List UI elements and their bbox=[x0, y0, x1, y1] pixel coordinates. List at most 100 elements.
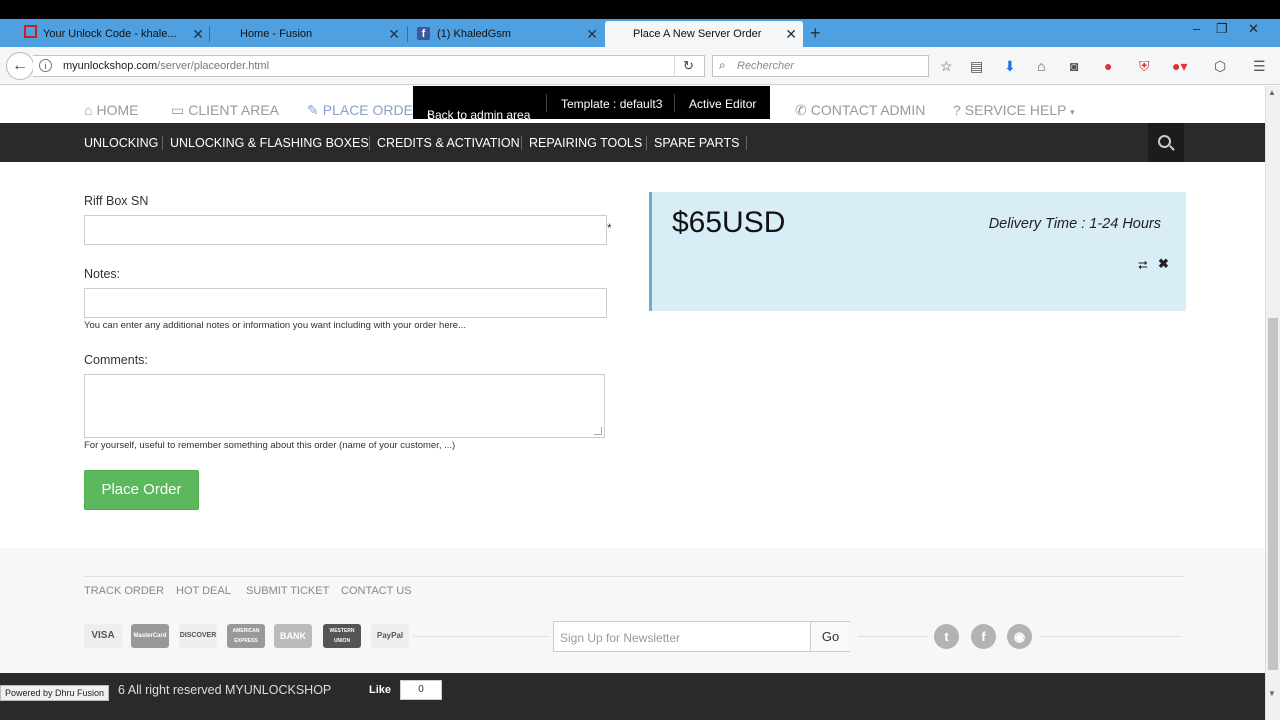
divider bbox=[413, 636, 548, 637]
rss-icon[interactable]: ◉ bbox=[1007, 624, 1032, 649]
nav-label: PLACE ORDE bbox=[322, 102, 413, 118]
adblock-icon[interactable]: ● bbox=[1104, 58, 1112, 74]
url-host: myunlockshop.com bbox=[63, 60, 158, 72]
restore-icon[interactable]: ❐ bbox=[1216, 21, 1228, 37]
footer-divider bbox=[84, 576, 1184, 577]
nav-label: CLIENT AREA bbox=[188, 102, 280, 118]
cat-credits-activation[interactable]: CREDITS & ACTIVATION bbox=[377, 136, 520, 150]
resize-grip-icon[interactable] bbox=[594, 427, 602, 435]
url-separator bbox=[674, 56, 675, 76]
adblock-plus-icon[interactable]: ●▾ bbox=[1172, 58, 1187, 75]
nav-contact-admin[interactable]: ✆ CONTACT ADMIN bbox=[795, 102, 925, 119]
retweet-icon[interactable]: ⮂ bbox=[1138, 258, 1148, 273]
separator bbox=[546, 94, 547, 112]
twitter-icon[interactable]: t bbox=[934, 624, 959, 649]
browser-search-input[interactable]: ⌕ Rechercher bbox=[712, 55, 929, 77]
shield-icon[interactable]: ⛨ bbox=[1139, 58, 1150, 75]
price-amount: $65USD bbox=[672, 206, 786, 239]
comments-textarea[interactable] bbox=[84, 374, 605, 438]
pocket-icon[interactable]: ◙ bbox=[1070, 58, 1078, 74]
close-tab-icon[interactable]: ✕ bbox=[192, 26, 204, 43]
close-tab-icon[interactable]: ✕ bbox=[586, 26, 598, 43]
minimize-icon[interactable]: – bbox=[1193, 21, 1200, 36]
download-icon[interactable]: ⬇ bbox=[1004, 58, 1016, 75]
facebook-like-button[interactable]: Like bbox=[362, 680, 398, 700]
tab-khaledgsm[interactable]: f (1) KhaledGsm ✕ bbox=[408, 21, 604, 47]
western-union-icon: WESTERN UNION bbox=[323, 624, 361, 648]
browser-tab-bar: Your Unlock Code - khale... ✕ Home - Fus… bbox=[0, 19, 1280, 47]
close-tab-icon[interactable]: ✕ bbox=[785, 26, 797, 43]
browser-nav-bar: ← i myunlockshop.com/server/placeorder.h… bbox=[0, 47, 1280, 85]
site-search-button[interactable] bbox=[1148, 123, 1184, 162]
footer-track-order[interactable]: TRACK ORDER bbox=[84, 585, 164, 597]
scroll-down-icon[interactable]: ▼ bbox=[1268, 689, 1276, 698]
notes-input[interactable] bbox=[84, 288, 607, 318]
back-arrow-icon[interactable]: ← bbox=[6, 52, 34, 80]
extension-icon[interactable]: ⬡ bbox=[1214, 58, 1226, 75]
footer-submit-ticket[interactable]: SUBMIT TICKET bbox=[246, 585, 329, 597]
url-path: /server/placeorder.html bbox=[157, 60, 270, 72]
address-bar[interactable]: i myunlockshop.com/server/placeorder.htm… bbox=[33, 55, 705, 77]
info-icon[interactable]: i bbox=[39, 59, 52, 72]
home-icon: ⌂ bbox=[84, 102, 93, 118]
price-panel: $65USD Delivery Time : 1-24 Hours ⮂ ✖ bbox=[649, 192, 1186, 311]
admin-toolbar: ‹ Back to admin area Template : default3… bbox=[413, 86, 770, 122]
delivery-time: Delivery Time : 1-24 Hours bbox=[988, 216, 1161, 232]
close-window-icon[interactable]: ✕ bbox=[1248, 21, 1259, 37]
template-selector[interactable]: Template : default3 bbox=[561, 97, 662, 111]
monitor-icon: ▭ bbox=[171, 102, 185, 118]
menu-icon[interactable]: ☰ bbox=[1253, 58, 1266, 75]
comments-help-text: For yourself, useful to remember somethi… bbox=[84, 440, 456, 451]
search-icon-handle bbox=[1169, 145, 1175, 151]
nav-home[interactable]: ⌂ HOME bbox=[84, 102, 138, 118]
separator bbox=[162, 136, 163, 150]
cat-spare-parts[interactable]: SPARE PARTS bbox=[654, 136, 739, 150]
url-text: myunlockshop.com/server/placeorder.html bbox=[63, 60, 269, 72]
required-marker: * bbox=[607, 221, 612, 235]
close-tab-icon[interactable]: ✕ bbox=[388, 26, 400, 43]
search-placeholder: Rechercher bbox=[737, 60, 794, 72]
bookmark-star-icon[interactable]: ☆ bbox=[940, 58, 953, 75]
phone-icon: ✆ bbox=[795, 102, 807, 118]
nav-client-area[interactable]: ▭ CLIENT AREA bbox=[171, 102, 279, 119]
gmail-icon bbox=[24, 25, 37, 38]
paypal-icon: PayPal bbox=[371, 624, 409, 648]
tab-title: (1) KhaledGsm bbox=[437, 28, 511, 40]
cat-unlocking-flashing-boxes[interactable]: UNLOCKING & FLASHING BOXES bbox=[170, 136, 369, 150]
separator bbox=[674, 94, 675, 112]
footer-contact-us[interactable]: CONTACT US bbox=[341, 585, 412, 597]
facebook-icon[interactable]: f bbox=[971, 624, 996, 649]
cat-repairing-tools[interactable]: REPAIRING TOOLS bbox=[529, 136, 642, 150]
nav-label: CONTACT ADMIN bbox=[810, 102, 926, 118]
reload-icon[interactable]: ↻ bbox=[683, 58, 694, 74]
tab-place-order[interactable]: Place A New Server Order ✕ bbox=[605, 21, 803, 47]
active-editor-button[interactable]: Active Editor bbox=[689, 97, 756, 111]
nav-label: SERVICE HELP bbox=[964, 102, 1067, 118]
footer-hot-deal[interactable]: HOT DEAL bbox=[176, 585, 231, 597]
nav-service-help[interactable]: ? SERVICE HELP ▾ bbox=[953, 102, 1075, 118]
discover-icon: DISCOVER bbox=[179, 624, 217, 648]
nav-place-order[interactable]: ✎ PLACE ORDE bbox=[307, 102, 413, 119]
divider bbox=[1040, 636, 1180, 637]
tab-title: Home - Fusion bbox=[240, 28, 313, 40]
newsletter-go-button[interactable]: Go bbox=[810, 622, 850, 651]
place-order-button[interactable]: Place Order bbox=[84, 470, 199, 510]
newsletter-input[interactable]: Sign Up for Newsletter Go bbox=[553, 621, 850, 652]
tab-title: Place A New Server Order bbox=[633, 28, 762, 40]
new-tab-icon[interactable]: + bbox=[810, 23, 821, 44]
like-count: 0 bbox=[400, 680, 442, 700]
home-icon[interactable]: ⌂ bbox=[1037, 58, 1045, 74]
tab-home-fusion[interactable]: Home - Fusion ✕ bbox=[210, 21, 406, 47]
reading-list-icon[interactable]: ▤ bbox=[970, 58, 983, 75]
riff-box-sn-input[interactable] bbox=[84, 215, 607, 245]
footer: TRACK ORDER HOT DEAL SUBMIT TICKET CONTA… bbox=[0, 548, 1265, 673]
scroll-up-icon[interactable]: ▲ bbox=[1268, 88, 1276, 97]
tab-title: Your Unlock Code - khale... bbox=[43, 28, 177, 40]
page-scrollbar[interactable]: ▲ ▼ bbox=[1265, 86, 1280, 720]
scrollbar-thumb[interactable] bbox=[1268, 318, 1278, 670]
close-icon[interactable]: ✖ bbox=[1158, 256, 1169, 272]
cat-unlocking[interactable]: UNLOCKING bbox=[84, 136, 158, 150]
tab-unlock-code[interactable]: Your Unlock Code - khale... ✕ bbox=[14, 21, 210, 47]
powered-by-badge[interactable]: Powered by Dhru Fusion bbox=[0, 685, 110, 701]
mastercard-icon: MasterCard bbox=[131, 624, 169, 648]
